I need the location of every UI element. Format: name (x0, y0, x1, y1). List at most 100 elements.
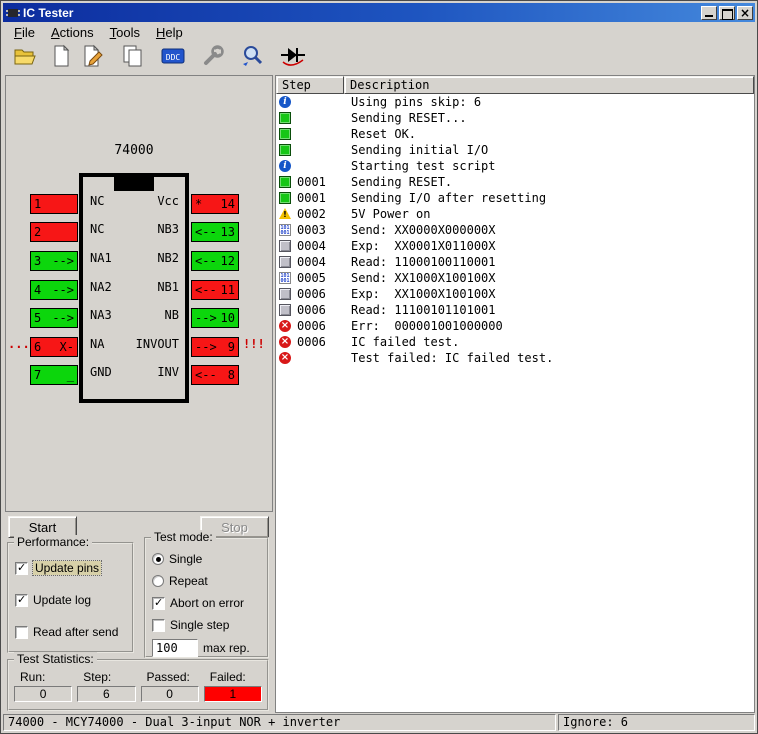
log-row[interactable]: 0006Err: 000001001000000 (276, 318, 754, 334)
window-title: IC Tester (23, 6, 699, 20)
read-after-send-option[interactable]: Read after send (15, 622, 118, 642)
pin-direction: X- (60, 340, 74, 354)
pin-6[interactable]: 6 X- (30, 337, 78, 357)
log-row[interactable]: 0006IC failed test. (276, 334, 754, 350)
new-document-button[interactable] (46, 44, 76, 72)
pin-direction: * (195, 197, 202, 211)
tools-button[interactable] (198, 44, 228, 72)
menu-tools[interactable]: Tools (102, 24, 148, 41)
pin-3[interactable]: 3--> (30, 251, 78, 271)
update-log-option[interactable]: Update log (15, 590, 91, 610)
single-radio[interactable] (152, 553, 164, 565)
single-step-option[interactable]: Single step (152, 615, 229, 635)
maximize-button[interactable] (719, 6, 735, 20)
log-row[interactable]: Sending RESET... (276, 110, 754, 126)
column-header-step[interactable]: Step (276, 76, 344, 94)
toolbar: DDC (3, 41, 755, 74)
stat-run-value: 0 (14, 686, 72, 702)
log-row[interactable]: Starting test script (276, 158, 754, 174)
pin-6-attention-marker: ... (8, 337, 30, 357)
pin-7[interactable]: 7_ (30, 365, 78, 385)
log-row[interactable]: 0003Send: XX0000X000000X (276, 222, 754, 238)
wrench-icon (201, 44, 225, 71)
pin-14[interactable]: *14 (191, 194, 239, 214)
pin-number: 6 (34, 340, 41, 354)
menu-actions[interactable]: Actions (43, 24, 102, 41)
ic-tester-window: IC Tester File Actions Tools Help (0, 0, 758, 734)
update-pins-checkbox[interactable] (15, 562, 28, 575)
log-table: Step Description Using pins skip: 6 Send… (275, 75, 755, 713)
repeat-radio[interactable] (152, 575, 164, 587)
pin-11[interactable]: <--11 (191, 280, 239, 300)
pin-2[interactable]: 2 (30, 222, 78, 242)
pin-1[interactable]: 1 (30, 194, 78, 214)
copy-button[interactable] (118, 44, 148, 72)
log-description: IC failed test. (343, 335, 754, 349)
read-after-send-checkbox[interactable] (15, 626, 28, 639)
log-step: 0005 (297, 271, 343, 285)
log-step: 0004 (297, 255, 343, 269)
stat-passed-value: 0 (141, 686, 199, 702)
log-row[interactable]: Using pins skip: 6 (276, 94, 754, 110)
log-row[interactable]: Reset OK. (276, 126, 754, 142)
pin-13[interactable]: <--13 (191, 222, 239, 242)
stat-failed-value: 1 (204, 686, 262, 702)
info-icon (279, 160, 291, 172)
single-step-checkbox[interactable] (152, 619, 165, 632)
repeat-option[interactable]: Repeat (152, 571, 208, 591)
log-row[interactable]: Sending initial I/O (276, 142, 754, 158)
menu-file[interactable]: File (6, 24, 43, 41)
log-row[interactable]: 0006Read: 11100101101001 (276, 302, 754, 318)
open-button[interactable] (10, 44, 40, 72)
close-button[interactable] (737, 6, 753, 20)
pin-8[interactable]: <--8 (191, 365, 239, 385)
statistics-fields: Run: 0 Step: 6 Passed: 0 Failed: 1 (9, 661, 267, 702)
stat-passed-label: Passed: (147, 670, 199, 684)
pin-5[interactable]: 5--> (30, 308, 78, 328)
log-row[interactable]: 0004Read: 11000100110001 (276, 254, 754, 270)
pin-10-name: NB (90, 308, 179, 328)
ddc-button[interactable]: DDC (158, 44, 188, 72)
single-option[interactable]: Single (152, 549, 202, 569)
max-rep-input[interactable] (152, 639, 198, 657)
max-rep-row: max rep. (152, 638, 250, 658)
statusbar-ignore-info: Ignore: 6 (558, 714, 755, 731)
update-pins-option[interactable]: Update pins (15, 558, 101, 578)
warning-icon (279, 208, 291, 220)
pin-10[interactable]: -->10 (191, 308, 239, 328)
error-icon (279, 320, 291, 332)
test-statistics-frame: Test Statistics: Run: 0 Step: 6 Passed: … (7, 659, 269, 711)
log-row[interactable]: 0001Sending RESET. (276, 174, 754, 190)
binary-send-icon (279, 272, 291, 284)
app-icon (6, 6, 20, 20)
inspect-button[interactable] (238, 44, 268, 72)
pin-9[interactable]: -->9 (191, 337, 239, 357)
log-row[interactable]: 00025V Power on (276, 206, 754, 222)
log-row[interactable]: 0001Sending I/O after resetting (276, 190, 754, 206)
log-step: 0006 (297, 287, 343, 301)
stat-step-label: Step: (83, 670, 135, 684)
read-chip-icon (279, 240, 291, 252)
log-row[interactable]: 0005Send: XX1000X100100X (276, 270, 754, 286)
send-ok-icon (279, 144, 291, 156)
log-row[interactable]: 0006Exp: XX1000X100100X (276, 286, 754, 302)
send-ok-icon (279, 192, 291, 204)
diode-button[interactable] (278, 44, 308, 72)
pin-direction: --> (52, 254, 74, 268)
update-log-checkbox[interactable] (15, 594, 28, 607)
edit-document-button[interactable] (78, 44, 108, 72)
log-description: Send: XX1000X100100X (343, 271, 754, 285)
abort-on-error-checkbox[interactable] (152, 597, 165, 610)
titlebar[interactable]: IC Tester (3, 3, 755, 22)
pin-12[interactable]: <--12 (191, 251, 239, 271)
log-row[interactable]: 0004Exp: XX0001X011000X (276, 238, 754, 254)
minimize-button[interactable] (701, 6, 717, 20)
pin-4[interactable]: 4--> (30, 280, 78, 300)
menu-help[interactable]: Help (148, 24, 191, 41)
column-header-description[interactable]: Description (344, 76, 754, 94)
send-ok-icon (279, 112, 291, 124)
pin-direction: --> (195, 340, 217, 354)
pin-number: 4 (34, 283, 41, 297)
log-row[interactable]: Test failed: IC failed test. (276, 350, 754, 366)
abort-on-error-option[interactable]: Abort on error (152, 593, 244, 613)
